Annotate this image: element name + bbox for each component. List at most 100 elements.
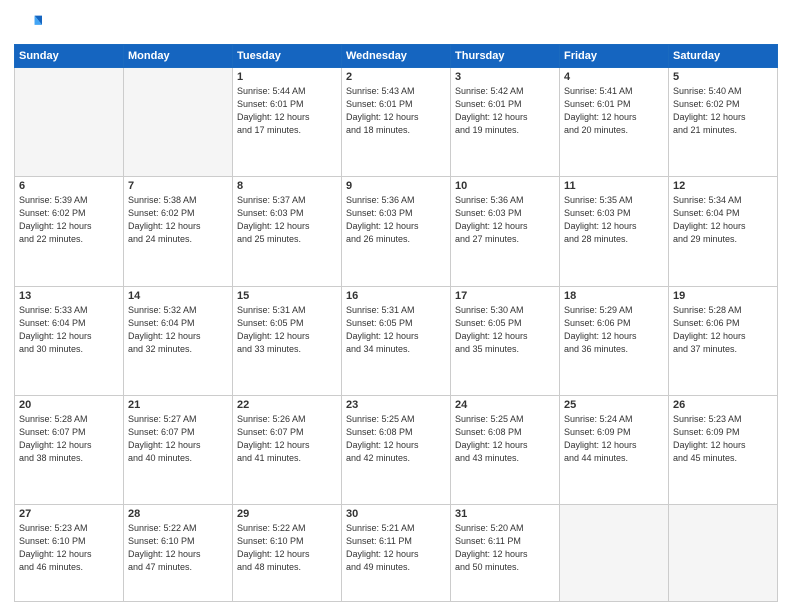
day-detail: Sunrise: 5:21 AMSunset: 6:11 PMDaylight:…	[346, 522, 446, 574]
day-number: 30	[346, 508, 446, 520]
day-number: 12	[673, 180, 773, 192]
calendar-cell: 8 Sunrise: 5:37 AMSunset: 6:03 PMDaylight…	[233, 177, 342, 286]
calendar-table: SundayMondayTuesdayWednesdayThursdayFrid…	[14, 44, 778, 602]
header	[14, 10, 778, 38]
day-number: 11	[564, 180, 664, 192]
day-number: 14	[128, 290, 228, 302]
calendar-cell: 15Sunrise: 5:31 AMSunset: 6:05 PMDayligh…	[233, 286, 342, 395]
calendar-week-row: 6 Sunrise: 5:39 AMSunset: 6:02 PMDaylight…	[15, 177, 778, 286]
day-detail: Sunrise: 5:25 AMSunset: 6:08 PMDaylight:…	[346, 413, 446, 465]
day-detail: Sunrise: 5:27 AMSunset: 6:07 PMDaylight:…	[128, 413, 228, 465]
day-number: 17	[455, 290, 555, 302]
calendar-cell: 31 Sunrise: 5:20 AMSunset: 6:11 PMDayligh…	[451, 505, 560, 602]
calendar-cell	[15, 68, 124, 177]
day-number: 25	[564, 399, 664, 411]
day-number: 24	[455, 399, 555, 411]
day-number: 19	[673, 290, 773, 302]
day-number: 2	[346, 71, 446, 83]
day-detail: Sunrise: 5:29 AMSunset: 6:06 PMDaylight:…	[564, 304, 664, 356]
day-number: 13	[19, 290, 119, 302]
calendar-cell: 20 Sunrise: 5:28 AMSunset: 6:07 PMDayligh…	[15, 395, 124, 504]
day-detail: Sunrise: 5:24 AMSunset: 6:09 PMDaylight:…	[564, 413, 664, 465]
day-number: 15	[237, 290, 337, 302]
day-of-week-header: Monday	[124, 45, 233, 68]
logo	[14, 10, 46, 38]
day-detail: Sunrise: 5:23 AMSunset: 6:10 PMDaylight:…	[19, 522, 119, 574]
calendar-cell: 12 Sunrise: 5:34 AMSunset: 6:04 PMDayligh…	[669, 177, 778, 286]
day-detail: Sunrise: 5:42 AMSunset: 6:01 PMDaylight:…	[455, 85, 555, 137]
day-of-week-header: Saturday	[669, 45, 778, 68]
day-number: 16	[346, 290, 446, 302]
calendar-cell: 3Sunrise: 5:42 AMSunset: 6:01 PMDaylight…	[451, 68, 560, 177]
day-detail: Sunrise: 5:25 AMSunset: 6:08 PMDaylight:…	[455, 413, 555, 465]
calendar-week-row: 13 Sunrise: 5:33 AMSunset: 6:04 PMDayligh…	[15, 286, 778, 395]
day-number: 1	[237, 71, 337, 83]
day-number: 5	[673, 71, 773, 83]
calendar-week-row: 1Sunrise: 5:44 AMSunset: 6:01 PMDaylight…	[15, 68, 778, 177]
day-number: 8	[237, 180, 337, 192]
day-number: 20	[19, 399, 119, 411]
day-number: 31	[455, 508, 555, 520]
day-detail: Sunrise: 5:23 AMSunset: 6:09 PMDaylight:…	[673, 413, 773, 465]
calendar-cell: 2 Sunrise: 5:43 AMSunset: 6:01 PMDaylight…	[342, 68, 451, 177]
calendar-cell: 19 Sunrise: 5:28 AMSunset: 6:06 PMDayligh…	[669, 286, 778, 395]
calendar-cell: 18 Sunrise: 5:29 AMSunset: 6:06 PMDayligh…	[560, 286, 669, 395]
calendar-cell	[669, 505, 778, 602]
day-detail: Sunrise: 5:38 AMSunset: 6:02 PMDaylight:…	[128, 194, 228, 246]
day-number: 23	[346, 399, 446, 411]
day-detail: Sunrise: 5:28 AMSunset: 6:06 PMDaylight:…	[673, 304, 773, 356]
day-detail: Sunrise: 5:32 AMSunset: 6:04 PMDaylight:…	[128, 304, 228, 356]
day-number: 6	[19, 180, 119, 192]
calendar-cell: 10 Sunrise: 5:36 AMSunset: 6:03 PMDayligh…	[451, 177, 560, 286]
day-of-week-header: Thursday	[451, 45, 560, 68]
day-detail: Sunrise: 5:31 AMSunset: 6:05 PMDaylight:…	[346, 304, 446, 356]
day-detail: Sunrise: 5:35 AMSunset: 6:03 PMDaylight:…	[564, 194, 664, 246]
calendar-cell: 29Sunrise: 5:22 AMSunset: 6:10 PMDayligh…	[233, 505, 342, 602]
day-detail: Sunrise: 5:34 AMSunset: 6:04 PMDaylight:…	[673, 194, 773, 246]
day-detail: Sunrise: 5:30 AMSunset: 6:05 PMDaylight:…	[455, 304, 555, 356]
day-number: 10	[455, 180, 555, 192]
calendar-cell: 17 Sunrise: 5:30 AMSunset: 6:05 PMDayligh…	[451, 286, 560, 395]
calendar-week-row: 27Sunrise: 5:23 AMSunset: 6:10 PMDayligh…	[15, 505, 778, 602]
calendar-cell: 11 Sunrise: 5:35 AMSunset: 6:03 PMDayligh…	[560, 177, 669, 286]
calendar-week-row: 20 Sunrise: 5:28 AMSunset: 6:07 PMDayligh…	[15, 395, 778, 504]
calendar-cell: 30 Sunrise: 5:21 AMSunset: 6:11 PMDayligh…	[342, 505, 451, 602]
day-of-week-header: Sunday	[15, 45, 124, 68]
calendar-cell: 25 Sunrise: 5:24 AMSunset: 6:09 PMDayligh…	[560, 395, 669, 504]
calendar-cell: 4 Sunrise: 5:41 AMSunset: 6:01 PMDaylight…	[560, 68, 669, 177]
calendar-cell: 7 Sunrise: 5:38 AMSunset: 6:02 PMDaylight…	[124, 177, 233, 286]
calendar-cell: 23 Sunrise: 5:25 AMSunset: 6:08 PMDayligh…	[342, 395, 451, 504]
day-detail: Sunrise: 5:36 AMSunset: 6:03 PMDaylight:…	[455, 194, 555, 246]
day-detail: Sunrise: 5:20 AMSunset: 6:11 PMDaylight:…	[455, 522, 555, 574]
calendar-cell: 28 Sunrise: 5:22 AMSunset: 6:10 PMDayligh…	[124, 505, 233, 602]
day-detail: Sunrise: 5:37 AMSunset: 6:03 PMDaylight:…	[237, 194, 337, 246]
day-detail: Sunrise: 5:41 AMSunset: 6:01 PMDaylight:…	[564, 85, 664, 137]
day-of-week-header: Friday	[560, 45, 669, 68]
day-number: 18	[564, 290, 664, 302]
day-number: 7	[128, 180, 228, 192]
day-detail: Sunrise: 5:36 AMSunset: 6:03 PMDaylight:…	[346, 194, 446, 246]
day-detail: Sunrise: 5:43 AMSunset: 6:01 PMDaylight:…	[346, 85, 446, 137]
calendar-cell: 6 Sunrise: 5:39 AMSunset: 6:02 PMDaylight…	[15, 177, 124, 286]
calendar-cell	[124, 68, 233, 177]
logo-icon	[14, 10, 42, 38]
day-number: 28	[128, 508, 228, 520]
day-detail: Sunrise: 5:33 AMSunset: 6:04 PMDaylight:…	[19, 304, 119, 356]
calendar-header-row: SundayMondayTuesdayWednesdayThursdayFrid…	[15, 45, 778, 68]
calendar-cell: 22Sunrise: 5:26 AMSunset: 6:07 PMDayligh…	[233, 395, 342, 504]
day-detail: Sunrise: 5:39 AMSunset: 6:02 PMDaylight:…	[19, 194, 119, 246]
day-number: 4	[564, 71, 664, 83]
calendar-cell: 14 Sunrise: 5:32 AMSunset: 6:04 PMDayligh…	[124, 286, 233, 395]
calendar-cell: 16 Sunrise: 5:31 AMSunset: 6:05 PMDayligh…	[342, 286, 451, 395]
day-detail: Sunrise: 5:28 AMSunset: 6:07 PMDaylight:…	[19, 413, 119, 465]
day-detail: Sunrise: 5:26 AMSunset: 6:07 PMDaylight:…	[237, 413, 337, 465]
day-of-week-header: Tuesday	[233, 45, 342, 68]
calendar-cell	[560, 505, 669, 602]
calendar-cell: 9Sunrise: 5:36 AMSunset: 6:03 PMDaylight…	[342, 177, 451, 286]
day-of-week-header: Wednesday	[342, 45, 451, 68]
day-detail: Sunrise: 5:22 AMSunset: 6:10 PMDaylight:…	[128, 522, 228, 574]
day-number: 29	[237, 508, 337, 520]
day-number: 21	[128, 399, 228, 411]
calendar-cell: 13 Sunrise: 5:33 AMSunset: 6:04 PMDayligh…	[15, 286, 124, 395]
day-number: 26	[673, 399, 773, 411]
